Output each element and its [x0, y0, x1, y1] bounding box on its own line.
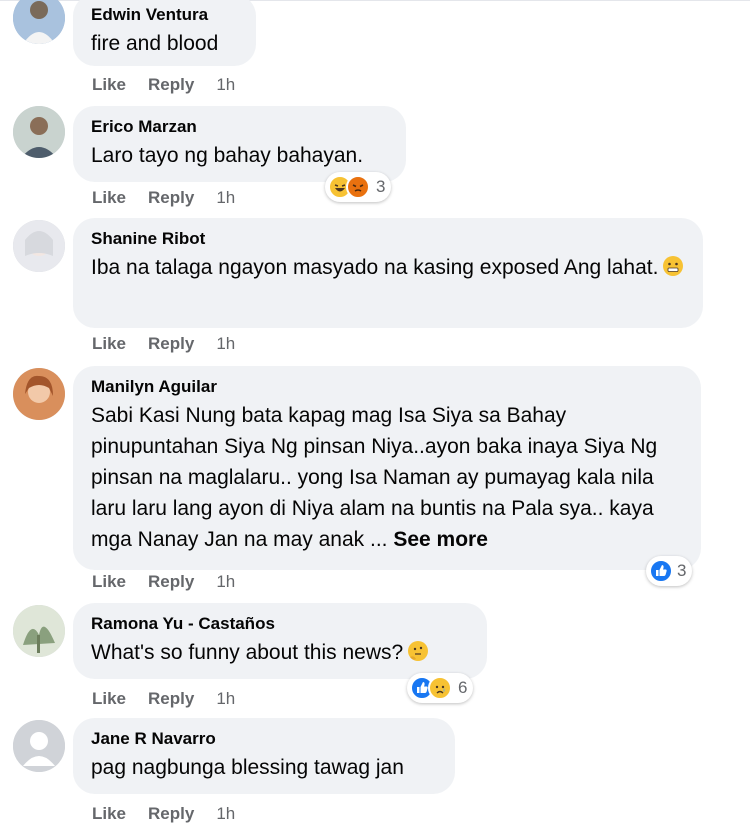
avatar[interactable] — [13, 720, 65, 772]
commenter-name[interactable]: Edwin Ventura — [91, 4, 238, 26]
comment-text: Sabi Kasi Nung bata kapag mag Isa Siya s… — [91, 400, 683, 555]
reply-button[interactable]: Reply — [148, 689, 194, 709]
thinking-emoji-icon — [408, 641, 429, 661]
commenter-name[interactable]: Shanine Ribot — [91, 228, 685, 250]
commenter-name[interactable]: Erico Marzan — [91, 116, 388, 138]
comment-text-content: Sabi Kasi Nung bata kapag mag Isa Siya s… — [91, 404, 658, 551]
like-button[interactable]: Like — [92, 572, 126, 592]
like-button[interactable]: Like — [92, 75, 126, 95]
comment-bubble: Jane R Navarro pag nagbunga blessing taw… — [73, 718, 455, 794]
avatar[interactable] — [13, 605, 65, 657]
like-button[interactable]: Like — [92, 689, 126, 709]
like-icon — [649, 559, 673, 583]
comment-bubble: Erico Marzan Laro tayo ng bahay bahayan. — [73, 106, 406, 182]
commenter-name[interactable]: Manilyn Aguilar — [91, 376, 683, 398]
timestamp[interactable]: 1h — [216, 188, 235, 208]
commenter-name[interactable]: Jane R Navarro — [91, 728, 437, 750]
reply-button[interactable]: Reply — [148, 75, 194, 95]
comment-text: Iba na talaga ngayon masyado na kasing e… — [91, 252, 685, 283]
timestamp[interactable]: 1h — [216, 689, 235, 709]
comment-bubble: Manilyn Aguilar Sabi Kasi Nung bata kapa… — [73, 366, 701, 570]
reply-button[interactable]: Reply — [148, 334, 194, 354]
grimace-emoji-icon — [663, 256, 684, 276]
avatar[interactable] — [13, 368, 65, 420]
comment-text: pag nagbunga blessing tawag jan — [91, 756, 404, 779]
comment-text: fire and blood — [91, 32, 219, 55]
comment-actions: Like Reply 1h — [92, 572, 235, 592]
like-button[interactable]: Like — [92, 188, 126, 208]
reaction-count: 6 — [458, 678, 468, 697]
reply-button[interactable]: Reply — [148, 188, 194, 208]
reaction-count: 3 — [677, 561, 687, 580]
comment-actions: Like Reply 1h — [92, 188, 235, 208]
reply-button[interactable]: Reply — [148, 804, 194, 824]
comment-actions: Like Reply 1h — [92, 689, 235, 709]
comment-actions: Like Reply 1h — [92, 75, 235, 95]
reactions-summary[interactable]: 3 — [646, 556, 693, 586]
avatar[interactable] — [13, 106, 65, 158]
timestamp[interactable]: 1h — [216, 75, 235, 95]
timestamp[interactable]: 1h — [216, 572, 235, 592]
avatar[interactable] — [13, 0, 65, 44]
comment-bubble: Edwin Ventura fire and blood — [73, 0, 256, 66]
comment-actions: Like Reply 1h — [92, 804, 235, 824]
comment-text: What's so funny about this news? — [91, 637, 469, 668]
avatar[interactable] — [13, 220, 65, 272]
reaction-count: 3 — [376, 177, 386, 196]
commenter-name[interactable]: Ramona Yu - Castaños — [91, 613, 469, 635]
sad-icon — [428, 676, 452, 700]
comment-text-content: What's so funny about this news? — [91, 641, 404, 664]
comment-text-content: Iba na talaga ngayon masyado na kasing e… — [91, 256, 659, 279]
reactions-summary[interactable]: 3 — [325, 172, 392, 202]
reply-button[interactable]: Reply — [148, 572, 194, 592]
comment-bubble: Ramona Yu - Castaños What's so funny abo… — [73, 603, 487, 679]
timestamp[interactable]: 1h — [216, 804, 235, 824]
angry-icon — [346, 175, 370, 199]
comment-bubble: Shanine Ribot Iba na talaga ngayon masya… — [73, 218, 703, 328]
like-button[interactable]: Like — [92, 804, 126, 824]
reactions-summary[interactable]: 6 — [407, 673, 474, 703]
comment-text: Laro tayo ng bahay bahayan. — [91, 144, 364, 167]
like-button[interactable]: Like — [92, 334, 126, 354]
see-more-link[interactable]: See more — [393, 528, 488, 551]
timestamp[interactable]: 1h — [216, 334, 235, 354]
comment-actions: Like Reply 1h — [92, 334, 235, 354]
